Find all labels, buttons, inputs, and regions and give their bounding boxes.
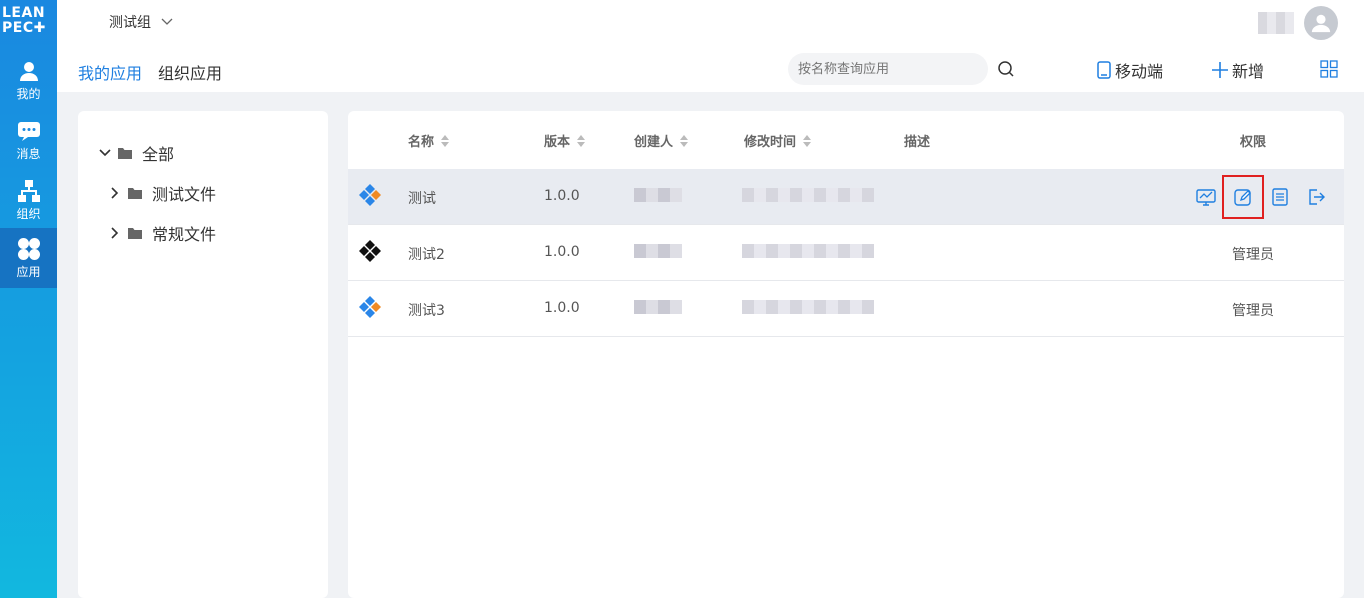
avatar-user-icon <box>1311 14 1331 33</box>
org-icon <box>17 179 40 202</box>
message-icon <box>17 121 40 141</box>
search-input[interactable] <box>788 53 988 85</box>
tab-my-apps[interactable]: 我的应用 <box>78 60 142 84</box>
edit-button[interactable] <box>1222 175 1264 219</box>
group-name: 测试组 <box>109 15 151 31</box>
tablet-icon <box>1097 61 1111 79</box>
rail-item-me[interactable]: 我的 <box>0 50 57 110</box>
plus-icon <box>1212 62 1228 78</box>
chevron-right-icon[interactable] <box>108 226 122 240</box>
chevron-down-icon[interactable] <box>98 146 112 160</box>
search-icon[interactable] <box>997 60 1015 78</box>
sort-icon <box>577 134 586 147</box>
table-row[interactable]: 测试2 1.0.0 管理员 <box>348 225 1344 281</box>
tab-org-apps[interactable]: 组织应用 <box>158 60 222 84</box>
table-row[interactable]: 测试 1.0.0 <box>348 169 1344 225</box>
app-name[interactable]: 测试2 <box>408 244 445 264</box>
col-modified-label: 修改时间 <box>744 135 797 150</box>
group-selector[interactable]: 测试组 <box>109 12 173 32</box>
col-perm-label: 权限 <box>1240 135 1267 150</box>
app-version: 1.0.0 <box>544 244 580 260</box>
creator-blurred <box>634 300 682 314</box>
tree-item-label: 测试文件 <box>152 185 217 204</box>
col-desc-label: 描述 <box>904 135 931 150</box>
app-icon <box>359 240 381 262</box>
rail-item-label: 组织 <box>16 206 41 221</box>
row-actions <box>1188 175 1334 219</box>
col-creator-label: 创建人 <box>634 135 674 150</box>
logo: LEAN PEC✚ <box>2 5 46 36</box>
folder-icon <box>128 228 142 239</box>
edit-icon <box>1234 189 1251 206</box>
creator-blurred <box>634 188 682 202</box>
app-version: 1.0.0 <box>544 300 580 316</box>
sort-icon <box>680 134 689 147</box>
app-name[interactable]: 测试 <box>408 188 436 208</box>
modified-blurred <box>742 300 874 314</box>
rail-item-label: 消息 <box>16 146 41 161</box>
modified-blurred <box>742 244 874 258</box>
document-icon <box>1272 188 1288 206</box>
add-button[interactable]: 新增 <box>1212 58 1264 82</box>
chevron-right-icon[interactable] <box>108 186 122 200</box>
add-label: 新增 <box>1232 62 1265 81</box>
user-area[interactable] <box>1258 6 1338 40</box>
col-desc: 描述 <box>904 131 930 150</box>
permission-label: 管理员 <box>1232 303 1274 319</box>
col-creator[interactable]: 创建人 <box>634 131 689 150</box>
top-header: 测试组 我的应用 组织应用 移动端 新增 <box>57 0 1364 92</box>
tree-item-test-files[interactable]: 测试文件 <box>108 181 216 205</box>
col-version-label: 版本 <box>544 135 571 150</box>
mobile-button[interactable]: 移动端 <box>1097 58 1163 82</box>
tree-item-regular-files[interactable]: 常规文件 <box>108 221 216 245</box>
rail-item-label: 我的 <box>16 86 41 101</box>
col-perm: 权限 <box>1240 131 1266 150</box>
modified-blurred <box>742 188 874 202</box>
col-name-label: 名称 <box>408 135 435 150</box>
user-name-blurred <box>1258 12 1294 34</box>
monitor-button[interactable] <box>1188 183 1224 211</box>
col-modified[interactable]: 修改时间 <box>744 131 812 150</box>
sort-icon <box>441 134 450 147</box>
col-version[interactable]: 版本 <box>544 131 586 150</box>
folder-tree: 全部 测试文件 常规文件 <box>78 111 328 598</box>
tree-item-root[interactable]: 全部 <box>98 141 174 165</box>
grid-view-icon[interactable] <box>1320 60 1338 78</box>
apps-icon <box>17 237 40 260</box>
rail-item-messages[interactable]: 消息 <box>0 110 57 170</box>
exit-button[interactable] <box>1298 183 1334 211</box>
permission-label: 管理员 <box>1232 247 1274 263</box>
exit-icon <box>1309 189 1325 205</box>
app-tabs: 我的应用 组织应用 <box>78 60 222 84</box>
monitor-icon <box>1196 189 1216 206</box>
mobile-label: 移动端 <box>1115 62 1164 81</box>
avatar[interactable] <box>1304 6 1338 40</box>
app-icon <box>359 184 381 206</box>
tree-item-label: 全部 <box>142 145 175 164</box>
rail-item-org[interactable]: 组织 <box>0 170 57 230</box>
app-version: 1.0.0 <box>544 188 580 204</box>
folder-icon <box>118 148 132 159</box>
document-button[interactable] <box>1262 183 1298 211</box>
app-name[interactable]: 测试3 <box>408 300 445 320</box>
app-table: 名称 版本 创建人 修改时间 描述 权限 测试 1.0.0 测试2 1.0.0 … <box>348 111 1344 598</box>
chevron-down-icon <box>161 18 173 25</box>
left-rail: LEAN PEC✚ 我的 消息 组织 应用 <box>0 0 57 598</box>
app-icon <box>359 296 381 318</box>
table-header: 名称 版本 创建人 修改时间 描述 权限 <box>348 111 1344 169</box>
table-row[interactable]: 测试3 1.0.0 管理员 <box>348 281 1344 337</box>
sort-icon <box>803 134 812 147</box>
tree-item-label: 常规文件 <box>152 225 217 244</box>
col-name[interactable]: 名称 <box>408 131 450 150</box>
user-icon <box>19 61 38 81</box>
creator-blurred <box>634 244 682 258</box>
folder-icon <box>128 188 142 199</box>
rail-item-label: 应用 <box>16 264 41 279</box>
rail-item-apps[interactable]: 应用 <box>0 228 57 288</box>
